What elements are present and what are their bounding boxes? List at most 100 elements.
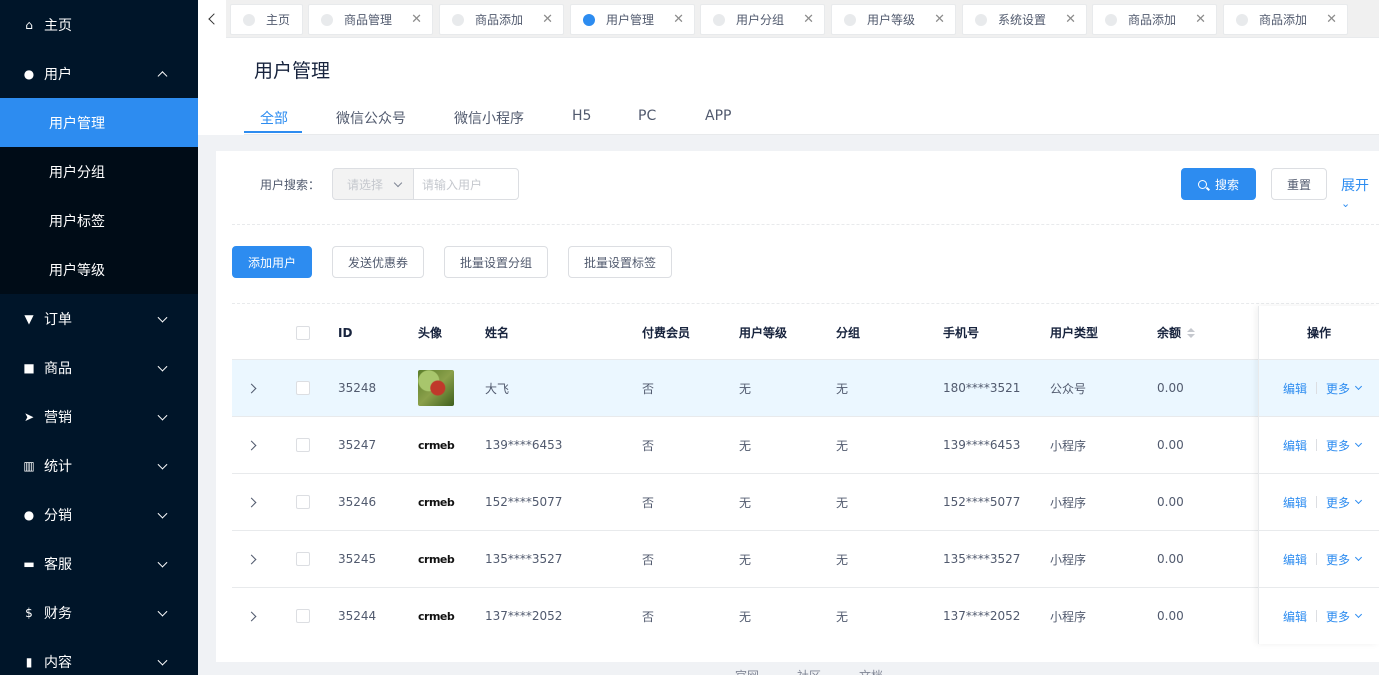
edit-link[interactable]: 编辑 [1283, 380, 1307, 397]
chevron-down-icon [157, 361, 168, 372]
edit-link[interactable]: 编辑 [1283, 551, 1307, 568]
close-icon[interactable]: ✕ [1065, 13, 1076, 26]
tab-product-add-3[interactable]: 商品添加 ✕ [1223, 4, 1348, 35]
divider [232, 303, 1379, 304]
tab-dot-icon [713, 13, 725, 26]
col-balance[interactable]: 余额 [1157, 306, 1196, 359]
cell-group: 无 [836, 381, 849, 396]
expand-row-icon[interactable] [246, 497, 257, 508]
cell-group: 无 [836, 495, 849, 510]
close-icon[interactable]: ✕ [542, 13, 553, 26]
tab-scroll-left-icon[interactable] [198, 0, 226, 38]
add-user-button[interactable]: 添加用户 [232, 246, 312, 278]
cart-icon: ▼ [24, 311, 34, 326]
close-icon[interactable]: ✕ [934, 13, 945, 26]
nav-item-marketing[interactable]: ➤ 营销 [0, 392, 198, 441]
close-icon[interactable]: ✕ [673, 13, 684, 26]
nav-label: 分销 [44, 507, 72, 524]
cell-level: 无 [739, 381, 752, 396]
table-row[interactable]: 35247 crmeb 139****6453 否 无 无 139****6453 小程序 0.… [232, 416, 1379, 473]
more-link[interactable]: 更多 [1326, 551, 1350, 568]
subtab-wechat-official[interactable]: 微信公众号 [336, 108, 406, 128]
expand-row-icon[interactable] [246, 554, 257, 565]
tab-home[interactable]: 主页 [230, 4, 303, 35]
cell-level: 无 [739, 609, 752, 624]
footer-link[interactable]: 社区 [797, 667, 821, 675]
home-icon: ⌂ [25, 17, 33, 32]
tab-user-level[interactable]: 用户等级 ✕ [831, 4, 956, 35]
tab-user-group[interactable]: 用户分组 ✕ [700, 4, 825, 35]
nav-item-finance[interactable]: $ 财务 [0, 588, 198, 637]
search-type-select[interactable]: 请选择 [332, 168, 414, 200]
close-icon[interactable]: ✕ [1326, 13, 1337, 26]
nav-item-home[interactable]: ⌂ 主页 [0, 0, 198, 49]
more-link[interactable]: 更多 [1326, 380, 1350, 397]
row-checkbox[interactable] [296, 381, 310, 395]
nav-item-order[interactable]: ▼ 订单 [0, 294, 198, 343]
subtab-pc[interactable]: PC [638, 108, 656, 124]
footer-link[interactable]: 文档 [859, 667, 883, 675]
row-checkbox[interactable] [296, 552, 310, 566]
nav-label: 统计 [44, 458, 72, 475]
sidebar: ⌂ 主页 ● 用户 用户管理 用户分组 用户标签 用户等级 ▼ 订单 ■ 商品 … [0, 0, 198, 675]
sub-item-user-management[interactable]: 用户管理 [0, 98, 198, 147]
tab-user-manage[interactable]: 用户管理 ✕ [570, 4, 695, 35]
search-button[interactable]: 搜索 [1181, 168, 1256, 200]
row-checkbox[interactable] [296, 438, 310, 452]
reset-button[interactable]: 重置 [1271, 168, 1327, 200]
nav-item-distribution[interactable]: ● 分销 [0, 490, 198, 539]
subtab-wechat-mini[interactable]: 微信小程序 [454, 108, 524, 128]
more-link[interactable]: 更多 [1326, 608, 1350, 625]
select-all-checkbox[interactable] [296, 326, 310, 340]
more-link[interactable]: 更多 [1326, 494, 1350, 511]
tab-product-add-2[interactable]: 商品添加 ✕ [1092, 4, 1217, 35]
nav-item-stats[interactable]: ▥ 统计 [0, 441, 198, 490]
tab-product-manage[interactable]: 商品管理 ✕ [308, 4, 433, 35]
batch-group-label: 批量设置分组 [459, 255, 532, 270]
edit-link[interactable]: 编辑 [1283, 437, 1307, 454]
subtab-app[interactable]: APP [705, 108, 731, 124]
send-coupon-button[interactable]: 发送优惠券 [332, 246, 424, 278]
row-checkbox[interactable] [296, 495, 310, 509]
close-icon[interactable]: ✕ [803, 13, 814, 26]
sub-item-user-group[interactable]: 用户分组 [0, 147, 198, 196]
table-row[interactable]: 35244 crmeb 137****2052 否 无 无 137****2052 小程序 0.… [232, 587, 1379, 644]
tab-product-add[interactable]: 商品添加 ✕ [439, 4, 564, 35]
subtab-h5[interactable]: H5 [572, 108, 591, 124]
cell-level: 无 [739, 438, 752, 453]
expand-row-icon[interactable] [246, 440, 257, 451]
nav-item-content[interactable]: ▮ 内容 [0, 637, 198, 675]
batch-group-button[interactable]: 批量设置分组 [444, 246, 548, 278]
close-icon[interactable]: ✕ [411, 13, 422, 26]
close-icon[interactable]: ✕ [1195, 13, 1206, 26]
edit-link[interactable]: 编辑 [1283, 494, 1307, 511]
expand-link[interactable]: 展开 ⌄ [1341, 175, 1379, 211]
sub-item-user-tag[interactable]: 用户标签 [0, 196, 198, 245]
ops-cell: 编辑 更多 [1259, 416, 1379, 473]
search-input[interactable]: 请输入用户 [413, 168, 519, 200]
sort-icon[interactable] [1187, 327, 1196, 338]
nav-label: 营销 [44, 409, 72, 426]
tab-system-settings[interactable]: 系统设置 ✕ [962, 4, 1087, 35]
more-link[interactable]: 更多 [1326, 437, 1350, 454]
tab-dot-icon [583, 13, 595, 26]
reset-button-label: 重置 [1286, 177, 1311, 192]
footer-link[interactable]: 官网 [735, 667, 759, 675]
subtab-all[interactable]: 全部 [260, 108, 288, 128]
expand-row-icon[interactable] [246, 611, 257, 622]
table-row[interactable]: 35246 crmeb 152****5077 否 无 无 152****5077 小程序 0.… [232, 473, 1379, 530]
cell-balance: 0.00 [1157, 609, 1184, 623]
cell-type: 公众号 [1050, 381, 1087, 396]
nav-item-service[interactable]: ▬ 客服 [0, 539, 198, 588]
nav-item-product[interactable]: ■ 商品 [0, 343, 198, 392]
table-row[interactable]: 35248 大飞 否 无 无 180****3521 公众号 0.00 [232, 359, 1379, 416]
nav-item-user[interactable]: ● 用户 [0, 49, 198, 98]
tab-dot-icon [243, 13, 255, 26]
row-checkbox[interactable] [296, 609, 310, 623]
sub-item-user-level[interactable]: 用户等级 [0, 245, 198, 294]
expand-row-icon[interactable] [246, 383, 257, 394]
table-row[interactable]: 35245 crmeb 135****3527 否 无 无 135****3527 小程序 0.… [232, 530, 1379, 587]
batch-tag-button[interactable]: 批量设置标签 [568, 246, 672, 278]
edit-link[interactable]: 编辑 [1283, 608, 1307, 625]
chevron-down-icon [393, 178, 403, 188]
